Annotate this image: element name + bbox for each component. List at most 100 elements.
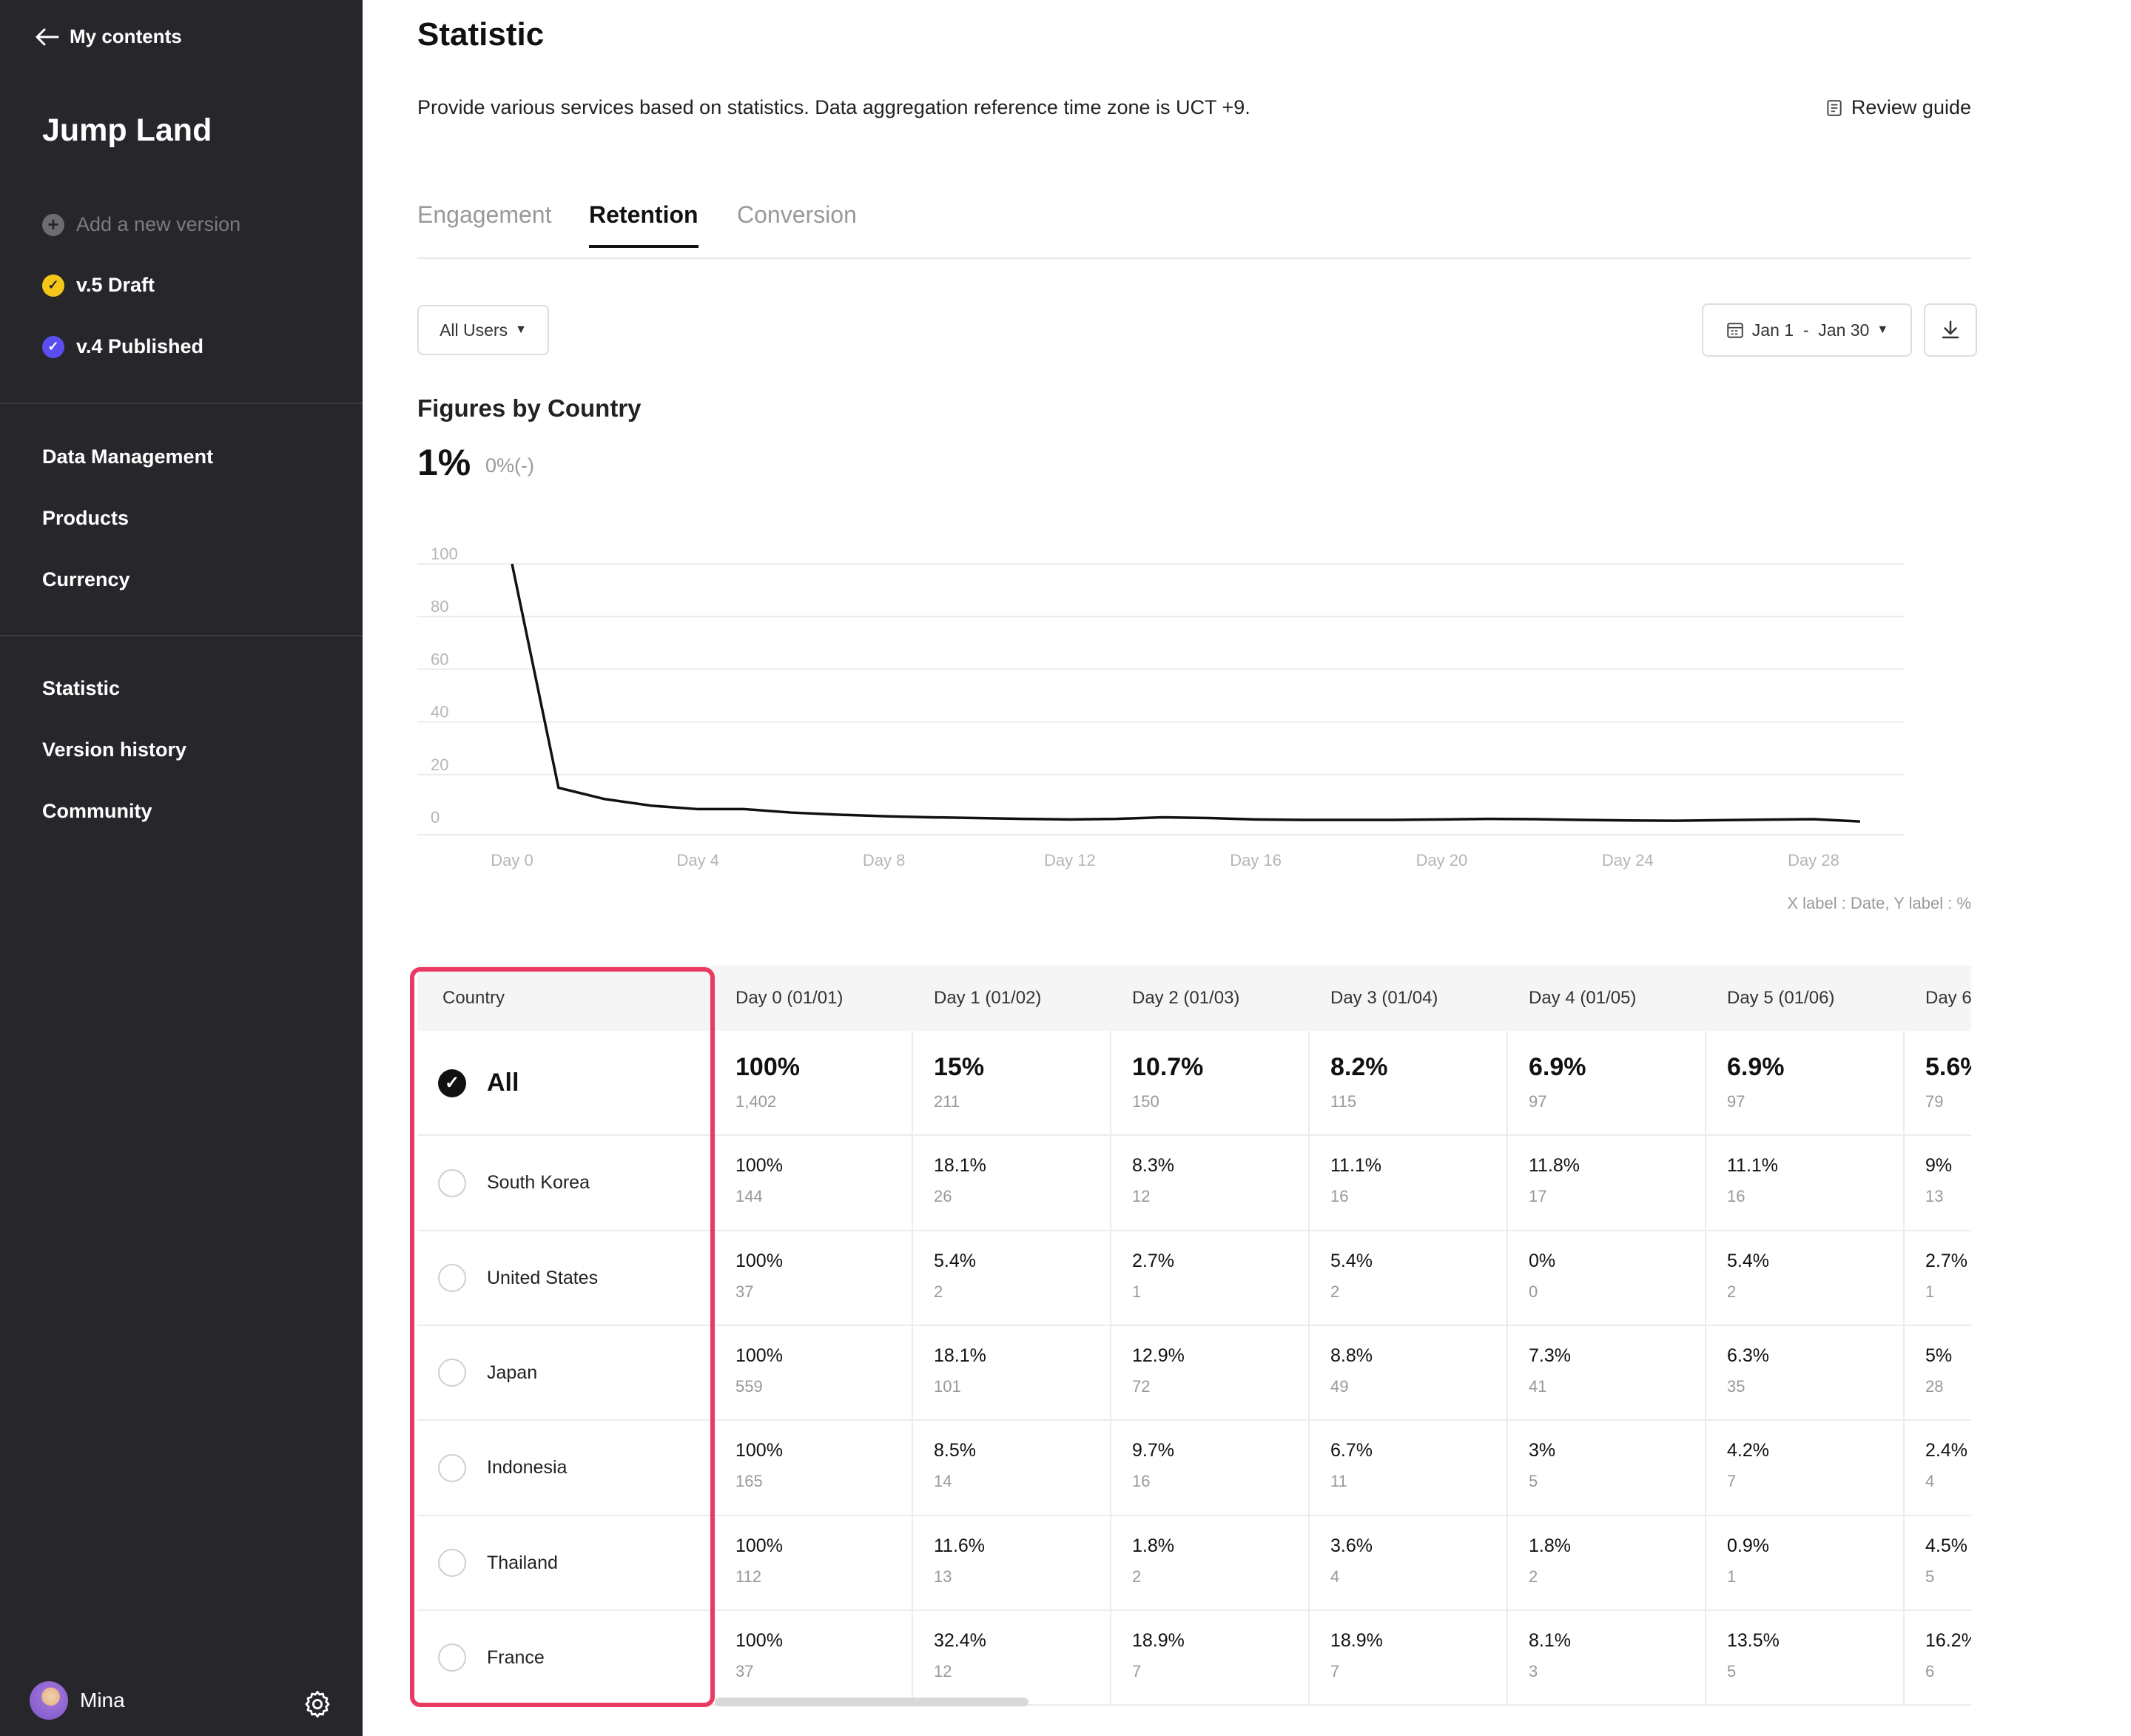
cell-count: 2 <box>1132 1567 1142 1586</box>
cell-count: 26 <box>934 1187 952 1205</box>
x-tick-label: Day 4 <box>677 851 719 869</box>
nav-currency[interactable]: Currency <box>42 568 130 591</box>
day-header: Day 0 (01/01) <box>713 966 912 1031</box>
table-cell: 6.3% 35 <box>1727 1345 1769 1396</box>
cell-count: 1 <box>1132 1282 1142 1301</box>
table-cell: 6.7% 11 <box>1330 1440 1373 1491</box>
table-cell: 18.1% 101 <box>934 1345 986 1396</box>
country-column-highlight <box>410 967 715 1707</box>
day-header: Day 5 (01/06) <box>1705 966 1903 1031</box>
nav-products[interactable]: Products <box>42 507 129 530</box>
cell-count: 115 <box>1330 1092 1357 1111</box>
cell-percent: 18.1% <box>934 1155 986 1176</box>
cell-count: 97 <box>1727 1092 1745 1111</box>
table-cell: 11.8% 17 <box>1529 1155 1580 1206</box>
cell-percent: 10.7% <box>1132 1053 1204 1081</box>
table-cell: 8.3% 12 <box>1132 1155 1174 1206</box>
cell-percent: 8.2% <box>1330 1053 1388 1081</box>
table-cell: 18.9% 7 <box>1132 1630 1185 1681</box>
table-cell: 13.5% 5 <box>1727 1630 1780 1681</box>
y-tick-label: 100 <box>431 545 458 563</box>
cell-percent: 16.2% <box>1925 1630 1971 1651</box>
cell-count: 16 <box>1330 1187 1349 1205</box>
version-published[interactable]: ✓ v.4 Published <box>42 335 203 358</box>
cell-percent: 8.1% <box>1529 1630 1571 1651</box>
user-name: Mina <box>80 1689 125 1712</box>
download-button[interactable] <box>1924 303 1977 357</box>
cell-percent: 12.9% <box>1132 1345 1185 1366</box>
download-icon <box>1942 320 1959 339</box>
day-header: Day 6 <box>1903 966 1971 1031</box>
sidebar-divider <box>0 635 363 636</box>
cell-count: 11 <box>1330 1472 1347 1490</box>
table-cell: 18.1% 26 <box>934 1155 986 1206</box>
nav-data-management[interactable]: Data Management <box>42 445 213 468</box>
column-divider <box>1110 966 1111 1706</box>
cell-percent: 100% <box>735 1440 783 1461</box>
cell-count: 37 <box>735 1662 754 1681</box>
published-check-icon: ✓ <box>42 335 64 358</box>
cell-percent: 6.3% <box>1727 1345 1769 1366</box>
cell-percent: 2.7% <box>1925 1251 1967 1271</box>
cell-percent: 8.3% <box>1132 1155 1174 1176</box>
column-divider <box>1705 966 1706 1706</box>
version-draft-label: v.5 Draft <box>76 274 155 296</box>
version-draft[interactable]: ✓ v.5 Draft <box>42 274 155 297</box>
table-cell: 10.7% 150 <box>1132 1053 1203 1111</box>
cell-percent: 5.4% <box>1330 1251 1373 1271</box>
date-range-label: Jan 1 - Jan 30 <box>1751 320 1870 340</box>
cell-percent: 9% <box>1925 1155 1953 1176</box>
date-range-picker[interactable]: Jan 1 - Jan 30 ▼ <box>1702 303 1912 357</box>
table-cell: 2.7% 1 <box>1132 1251 1174 1302</box>
horizontal-scrollbar[interactable] <box>715 1698 1029 1706</box>
nav-version-history[interactable]: Version history <box>42 739 186 761</box>
tab-conversion[interactable]: Conversion <box>737 201 857 245</box>
tab-bar: Engagement Retention Conversion <box>417 200 1971 259</box>
cell-percent: 0% <box>1529 1251 1556 1271</box>
table-cell: 5.4% 2 <box>1330 1251 1373 1302</box>
cell-count: 112 <box>735 1567 762 1586</box>
nav-statistic[interactable]: Statistic <box>42 677 120 700</box>
table-cell: 11.1% 16 <box>1727 1155 1778 1206</box>
gear-icon[interactable] <box>302 1689 333 1720</box>
back-label: My contents <box>70 25 182 47</box>
table-cell: 3.6% 4 <box>1330 1535 1373 1587</box>
cell-count: 2 <box>1330 1282 1340 1301</box>
cell-percent: 11.1% <box>1727 1155 1779 1176</box>
tab-engagement[interactable]: Engagement <box>417 201 551 245</box>
cell-percent: 18.1% <box>934 1345 986 1366</box>
cell-percent: 8.5% <box>934 1440 976 1461</box>
cell-count: 5 <box>1529 1472 1538 1490</box>
axis-note: X label : Date, Y label : % <box>1787 894 1971 912</box>
user-profile[interactable]: Mina <box>30 1681 125 1720</box>
table-cell: 32.4% 12 <box>934 1630 986 1681</box>
tab-retention[interactable]: Retention <box>589 201 698 248</box>
cell-count: 97 <box>1529 1092 1547 1111</box>
add-version-button[interactable]: + Add a new version <box>42 213 240 236</box>
cell-percent: 4.5% <box>1925 1535 1967 1556</box>
review-guide-label: Review guide <box>1851 96 1971 118</box>
x-tick-label: Day 20 <box>1416 851 1468 869</box>
day-header: Day 2 (01/03) <box>1110 966 1308 1031</box>
user-filter-dropdown[interactable]: All Users ▼ <box>417 305 549 355</box>
nav-community[interactable]: Community <box>42 800 152 823</box>
cell-count: 144 <box>735 1187 763 1205</box>
cell-count: 5 <box>1925 1567 1935 1586</box>
document-icon <box>1827 99 1842 116</box>
cell-percent: 11.1% <box>1330 1155 1382 1176</box>
cell-count: 12 <box>934 1662 952 1681</box>
table-cell: 18.9% 7 <box>1330 1630 1383 1681</box>
table-cell: 100% 112 <box>735 1535 783 1587</box>
table-cell: 8.5% 14 <box>934 1440 976 1491</box>
cell-count: 72 <box>1132 1377 1151 1396</box>
cell-count: 165 <box>735 1472 763 1490</box>
column-divider <box>912 966 913 1706</box>
table-cell: 9.7% 16 <box>1132 1440 1174 1491</box>
back-link[interactable]: My contents <box>34 25 182 48</box>
review-guide-link[interactable]: Review guide <box>1825 96 1971 119</box>
cell-count: 150 <box>1132 1092 1159 1111</box>
cell-percent: 9.7% <box>1132 1440 1174 1461</box>
column-divider <box>1506 966 1508 1706</box>
cell-count: 6 <box>1925 1662 1935 1681</box>
table-cell: 8.8% 49 <box>1330 1345 1373 1396</box>
